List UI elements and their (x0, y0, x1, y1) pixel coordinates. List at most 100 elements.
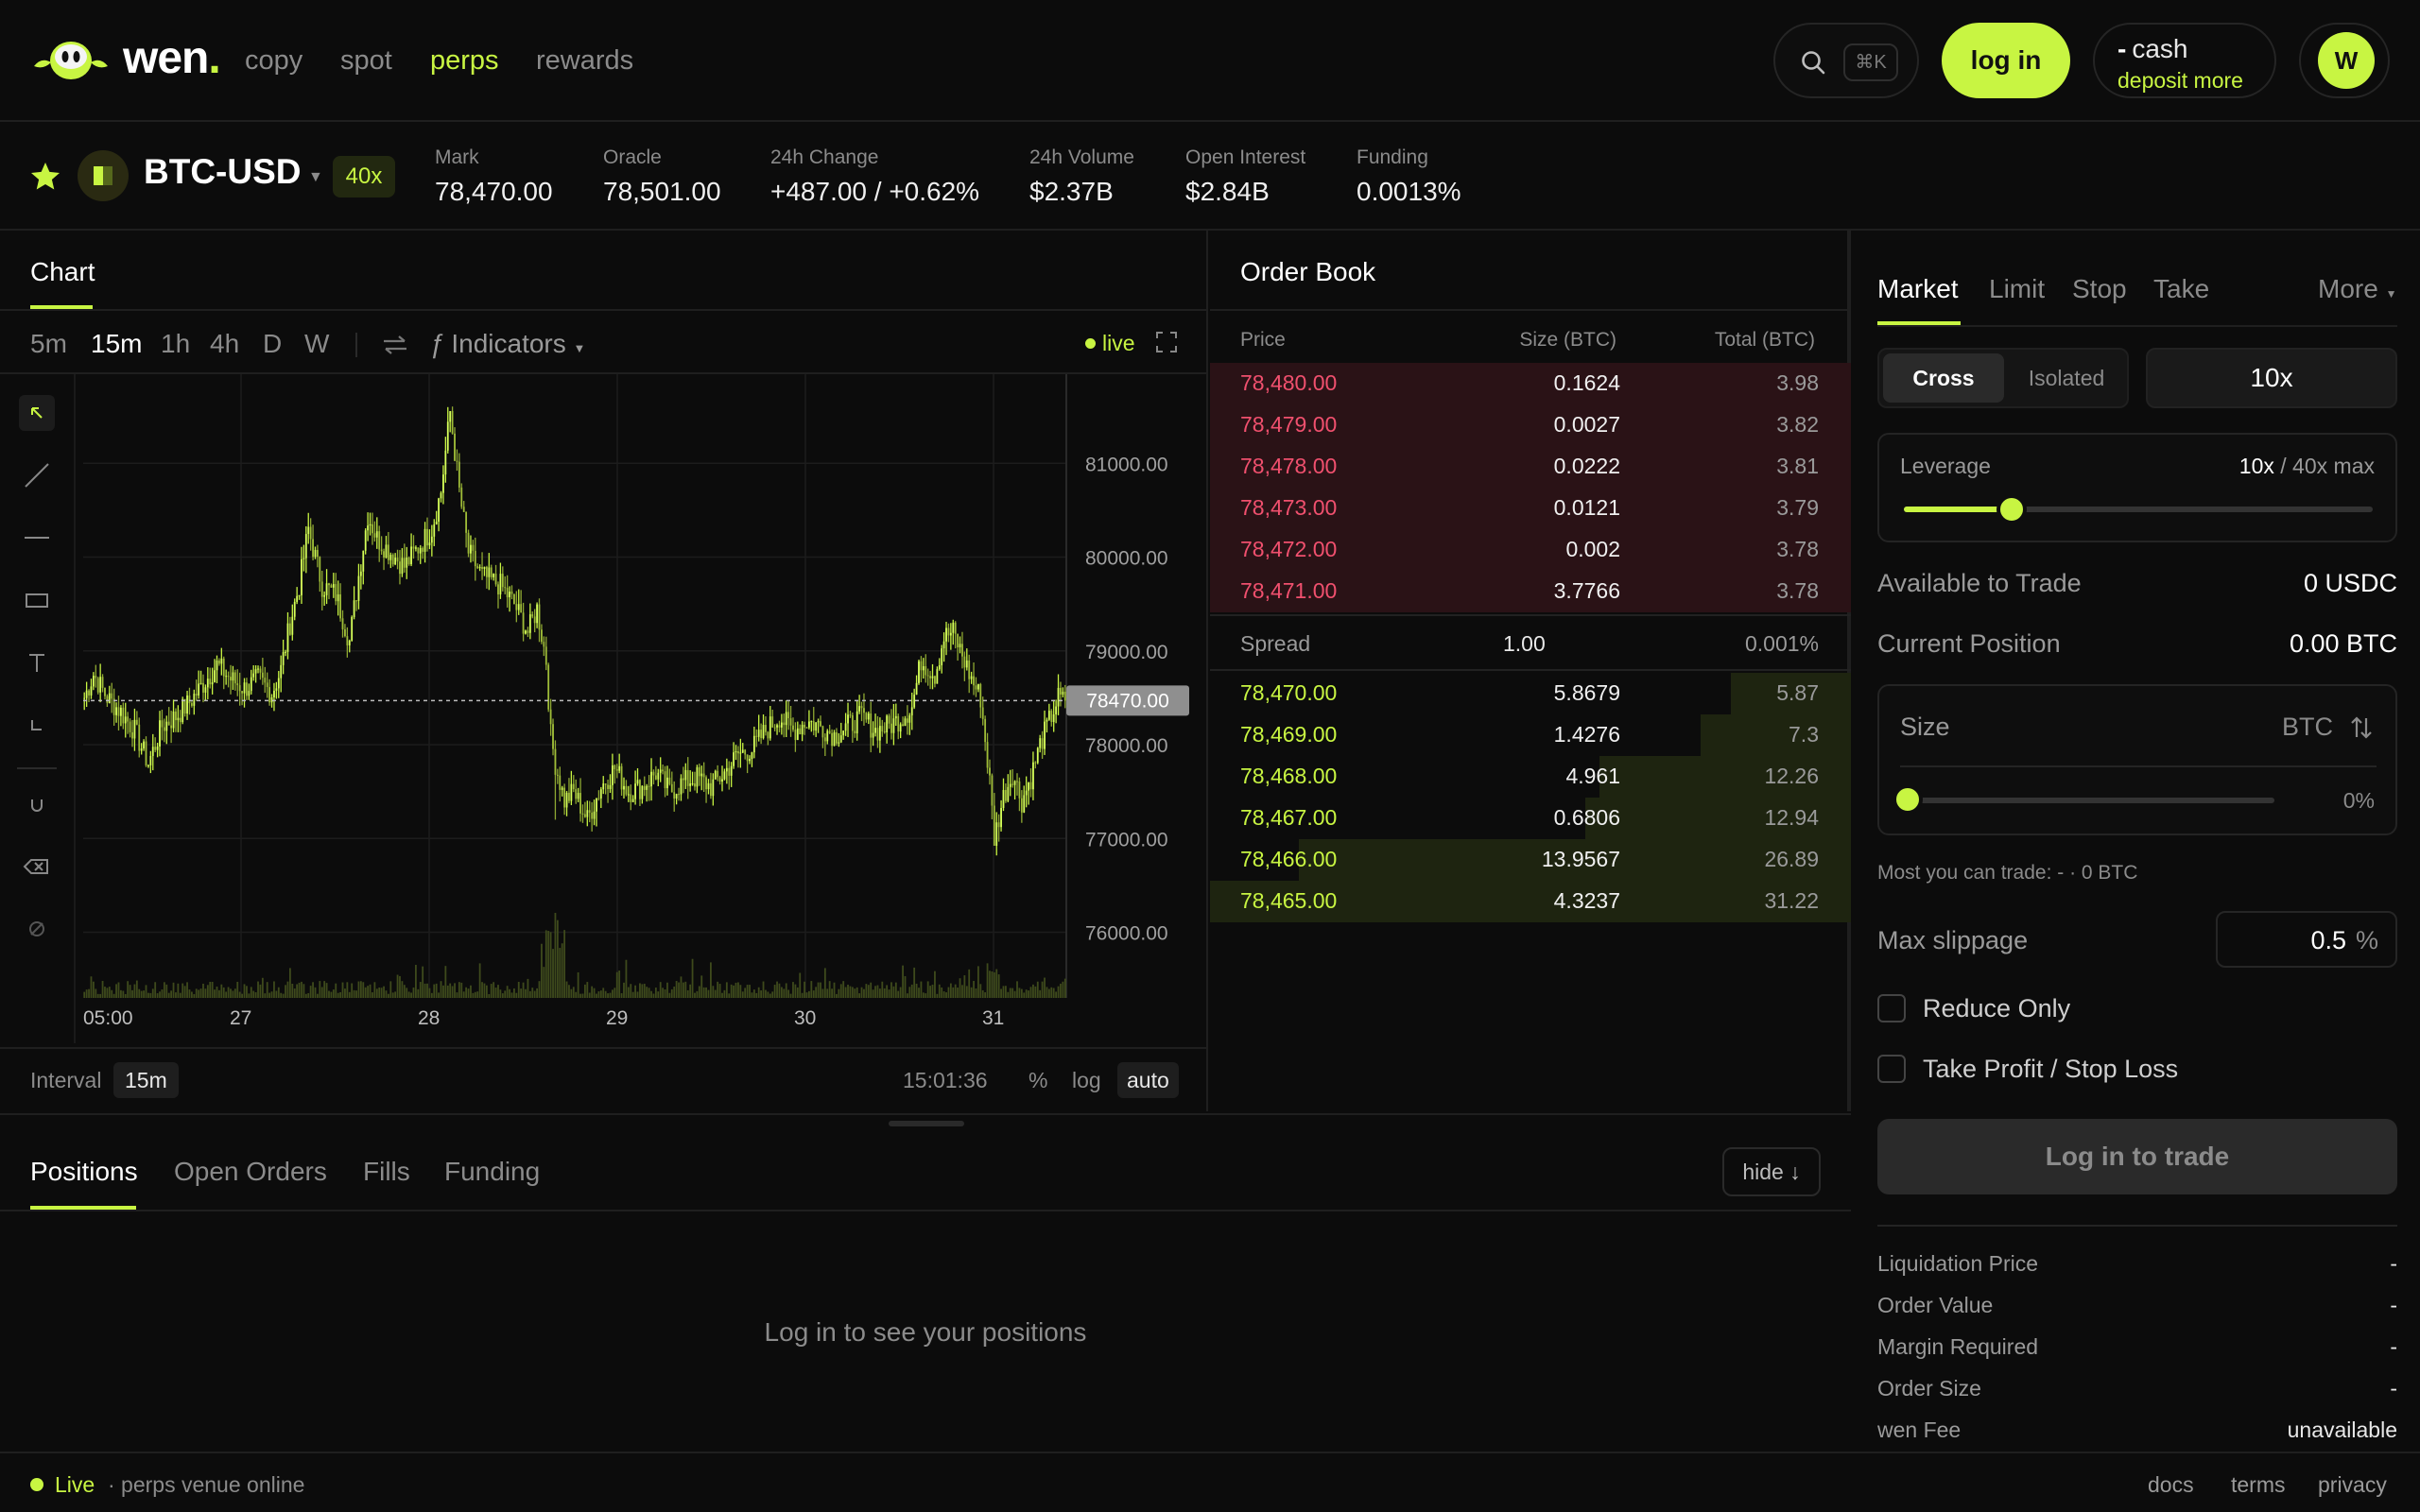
volume-bar (922, 992, 925, 998)
compare-icon[interactable] (382, 335, 408, 355)
cross-margin-button[interactable]: Cross (1883, 353, 2004, 403)
volume-bar (796, 987, 799, 998)
isolated-margin-button[interactable]: Isolated (2008, 353, 2125, 403)
volume-bar (127, 981, 130, 998)
ask-total: 3.98 (1776, 370, 1819, 395)
indicators-button[interactable]: ƒ Indicators ▼ (429, 329, 585, 359)
order-type-market[interactable]: Market (1877, 274, 1959, 304)
nav-link-rewards[interactable]: rewards (536, 45, 633, 77)
tab-fills[interactable]: Fills (363, 1157, 410, 1187)
candle-body (705, 777, 707, 790)
interval-d[interactable]: D (263, 329, 282, 359)
volume-bar (285, 985, 286, 998)
price-chart[interactable]: 81000.00 80000.00 79000.00 78000.00 77000.00… (78, 374, 1208, 1047)
brand-name[interactable]: wen. (123, 32, 221, 84)
favorite-star-icon[interactable] (28, 160, 62, 194)
volume-bar (108, 987, 111, 998)
status-footer: Live · perps venue online docs terms pri… (0, 1452, 2420, 1512)
hide-panel-button[interactable]: hide ↓ (1722, 1147, 1821, 1196)
order-type-limit[interactable]: Limit (1989, 274, 2045, 304)
horizontal-line-tool[interactable] (19, 520, 55, 556)
magnet-tool[interactable] (19, 786, 55, 822)
volume-bar (268, 992, 271, 998)
volume-bar (691, 958, 694, 998)
interval-w[interactable]: W (304, 329, 329, 359)
bid-size: 4.961 (1565, 764, 1620, 788)
interval-15m[interactable]: 15m (91, 329, 142, 359)
log-scale-toggle[interactable]: log (1072, 1068, 1101, 1093)
status-label: Live (55, 1472, 95, 1497)
bid-row[interactable]: 78,469.00 1.4276 7.3 (1210, 714, 1851, 756)
leverage-slider[interactable] (1904, 494, 2373, 524)
nav-link-copy[interactable]: copy (245, 45, 302, 77)
text-tool[interactable] (19, 644, 55, 680)
auto-scale-toggle[interactable]: auto (1117, 1062, 1179, 1098)
size-input-card[interactable]: Size BTC 0% (1877, 684, 2397, 835)
ask-row[interactable]: 78,471.00 3.7766 3.78 (1210, 571, 1851, 612)
volume-bar (355, 990, 357, 998)
tab-positions[interactable]: Positions (30, 1157, 138, 1187)
resize-handle[interactable] (889, 1121, 964, 1126)
tab-funding[interactable]: Funding (444, 1157, 540, 1187)
rectangle-tool[interactable] (19, 582, 55, 618)
tpsl-checkbox[interactable] (1877, 1055, 1906, 1083)
leverage-slider-handle[interactable] (1996, 494, 2028, 524)
interval-1h[interactable]: 1h (161, 329, 190, 359)
market-symbol[interactable]: BTC-USD (144, 152, 301, 192)
hide-drawings-tool[interactable] (19, 911, 55, 947)
ask-row[interactable]: 78,472.00 0.002 3.78 (1210, 529, 1851, 571)
tab-chart[interactable]: Chart (30, 257, 95, 287)
slippage-input[interactable]: 0.5 % (2216, 911, 2397, 968)
deposit-link[interactable]: deposit more (2118, 68, 2243, 94)
ask-row[interactable]: 78,473.00 0.0121 3.79 (1210, 488, 1851, 529)
volume-bar (346, 982, 349, 998)
size-slider-handle[interactable] (1893, 784, 1923, 815)
bid-row[interactable]: 78,468.00 4.961 12.26 (1210, 756, 1851, 798)
nav-link-spot[interactable]: spot (340, 45, 392, 77)
measure-tool[interactable] (19, 707, 55, 743)
trendline-tool[interactable] (19, 457, 55, 493)
account-menu[interactable]: W (2299, 23, 2390, 98)
interval-4h[interactable]: 4h (210, 329, 239, 359)
search-button[interactable]: ⌘K (1773, 23, 1919, 98)
order-type-more[interactable]: More ▼ (2318, 274, 2396, 304)
login-to-trade-button[interactable]: Log in to trade (1877, 1119, 2397, 1194)
reduce-only-checkbox[interactable] (1877, 994, 1906, 1022)
ask-row[interactable]: 78,479.00 0.0027 3.82 (1210, 404, 1851, 446)
footer-link-privacy[interactable]: privacy (2318, 1472, 2387, 1498)
ask-row[interactable]: 78,480.00 0.1624 3.98 (1210, 363, 1851, 404)
bid-row[interactable]: 78,466.00 13.9567 26.89 (1210, 839, 1851, 881)
percent-scale-toggle[interactable]: % (1028, 1068, 1047, 1093)
bid-row[interactable]: 78,465.00 4.3237 31.22 (1210, 881, 1851, 922)
bid-row[interactable]: 78,470.00 5.8679 5.87 (1210, 673, 1851, 714)
tab-open-orders[interactable]: Open Orders (174, 1157, 327, 1187)
footer-link-terms[interactable]: terms (2231, 1472, 2286, 1498)
candle-body (821, 726, 824, 738)
order-type-stop[interactable]: Stop (2072, 274, 2127, 304)
wen-logo[interactable] (30, 28, 112, 91)
volume-bar (99, 993, 102, 998)
volume-bar (700, 975, 703, 998)
interval-5m[interactable]: 5m (30, 329, 67, 359)
cash-balance[interactable]: - cash deposit more (2093, 23, 2276, 98)
login-button[interactable]: log in (1942, 23, 2070, 98)
size-slider[interactable] (1906, 798, 2274, 803)
footer-link-docs[interactable]: docs (2148, 1472, 2194, 1498)
market-select-caret-icon[interactable]: ▼ (308, 169, 323, 186)
interval-value[interactable]: 15m (113, 1062, 179, 1098)
candle-body (90, 686, 93, 696)
candle-body (1000, 807, 1002, 828)
more-label: More (2318, 274, 2378, 303)
bid-row[interactable]: 78,467.00 0.6806 12.94 (1210, 798, 1851, 839)
fullscreen-icon[interactable] (1155, 331, 1178, 353)
cash-amount: - (2118, 34, 2127, 63)
volume-bar (565, 981, 568, 998)
leverage-button[interactable]: 10x (2146, 348, 2397, 408)
swap-unit-icon[interactable] (2348, 714, 2375, 741)
ask-row[interactable]: 78,478.00 0.0222 3.81 (1210, 446, 1851, 488)
ask-size: 0.1624 (1553, 370, 1620, 395)
nav-link-perps[interactable]: perps (430, 45, 499, 77)
delete-drawings-tool[interactable] (19, 849, 55, 885)
cursor-tool[interactable] (19, 395, 55, 431)
order-type-take[interactable]: Take (2153, 274, 2209, 304)
